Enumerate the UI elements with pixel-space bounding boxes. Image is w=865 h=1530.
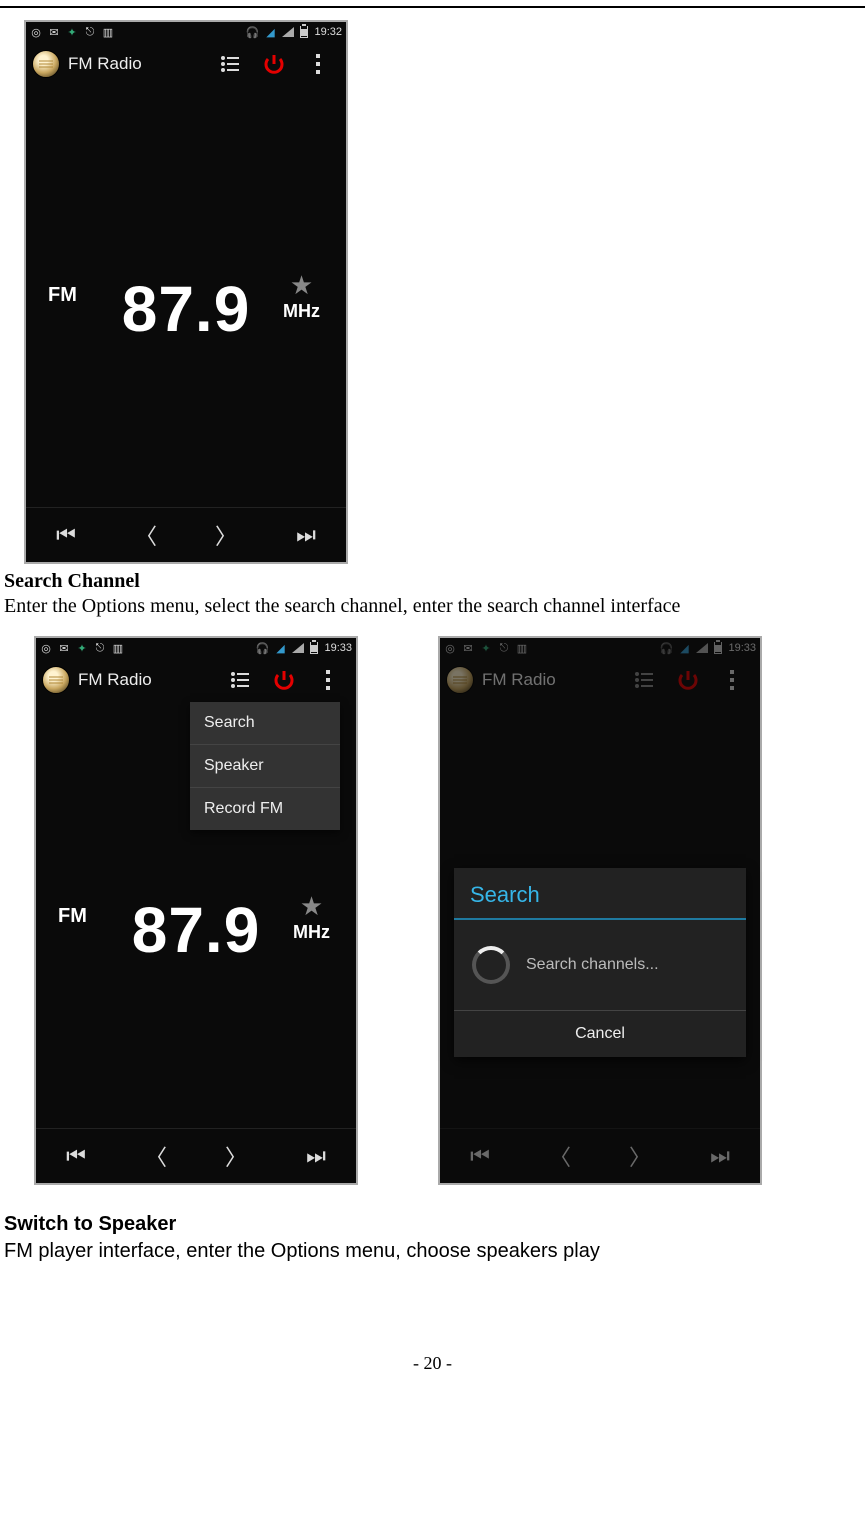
channel-list-button[interactable] xyxy=(628,664,660,696)
usb-icon: ⎋ xyxy=(84,26,96,38)
power-button[interactable] xyxy=(672,664,704,696)
google-icon: ✦ xyxy=(66,26,78,38)
loading-spinner-icon xyxy=(472,946,510,984)
mail-icon: ✉ xyxy=(48,26,60,38)
mail-icon: ✉ xyxy=(58,642,70,654)
page-number: - 20 - xyxy=(4,1353,861,1374)
section-heading-search: Search Channel xyxy=(4,570,861,593)
status-time: 19:33 xyxy=(324,642,352,654)
status-bar: ◎ ✉ ✦ ⎋ ▥ 🎧 ◢ 19:33 xyxy=(36,638,356,658)
overflow-menu-button[interactable] xyxy=(302,48,334,80)
frequency-display: FM 87.9 ★ MHz xyxy=(36,893,356,967)
signal-icon xyxy=(292,643,304,653)
section-heading-speaker: Switch to Speaker xyxy=(4,1213,861,1236)
status-time: 19:33 xyxy=(728,642,756,654)
screenshot-fm-radio-main: ◎ ✉ ✦ ⎋ ▥ 🎧 ◢ 19:32 FM Radio FM 87.9 ★ M… xyxy=(24,20,348,564)
playback-nav: ⏮ 〈 〉 ⏭ xyxy=(26,507,346,562)
section-text-speaker: FM player interface, enter the Options m… xyxy=(4,1240,861,1263)
menu-item-search[interactable]: Search xyxy=(190,702,340,745)
search-dialog: Search Search channels... Cancel xyxy=(454,868,746,1057)
frequency-value: 87.9 xyxy=(122,272,251,346)
battery-icon xyxy=(300,26,308,38)
frequency-display: FM 87.9 ★ MHz xyxy=(26,272,346,346)
dialog-cancel-button[interactable]: Cancel xyxy=(454,1010,746,1057)
options-menu: Search Speaker Record FM xyxy=(190,702,340,830)
next-channel-button[interactable]: 〉 xyxy=(186,508,266,562)
band-label: FM xyxy=(48,284,77,307)
wifi-icon: ◢ xyxy=(264,26,276,38)
dialog-title: Search xyxy=(454,868,746,918)
battery-icon xyxy=(310,642,318,654)
sync-icon: ◎ xyxy=(40,642,52,654)
status-time: 19:32 xyxy=(314,26,342,38)
favorite-star-icon[interactable]: ★ xyxy=(300,893,323,919)
frequency-unit: MHz xyxy=(283,301,320,322)
signal-icon xyxy=(696,643,708,653)
skip-prev-button[interactable]: ⏮ xyxy=(26,508,106,562)
wifi-icon: ◢ xyxy=(678,642,690,654)
skip-prev-button[interactable]: ⏮ xyxy=(36,1129,116,1183)
screenshot-fm-radio-search-dialog: ◎ ✉ ✦ ⎋ ▥ 🎧 ◢ 19:33 FM Radio ⏮ 〈 〉 ⏭ Sea… xyxy=(438,636,762,1185)
power-button[interactable] xyxy=(258,48,290,80)
skip-prev-button[interactable]: ⏮ xyxy=(440,1129,520,1183)
skip-next-button[interactable]: ⏭ xyxy=(266,508,346,562)
next-channel-button[interactable]: 〉 xyxy=(196,1129,276,1183)
status-bar: ◎ ✉ ✦ ⎋ ▥ 🎧 ◢ 19:32 xyxy=(26,22,346,42)
google-icon: ✦ xyxy=(76,642,88,654)
app-bar: FM Radio xyxy=(36,658,356,702)
document-page: ◎ ✉ ✦ ⎋ ▥ 🎧 ◢ 19:32 FM Radio FM 87.9 ★ M… xyxy=(0,6,865,1414)
favorite-star-icon[interactable]: ★ xyxy=(290,272,313,298)
prev-channel-button[interactable]: 〈 xyxy=(106,508,186,562)
app-title: FM Radio xyxy=(68,54,142,74)
channel-list-button[interactable] xyxy=(224,664,256,696)
sync-icon: ◎ xyxy=(444,642,456,654)
band-label: FM xyxy=(58,905,87,928)
menu-item-record[interactable]: Record FM xyxy=(190,788,340,830)
radio-app-icon xyxy=(32,50,60,78)
radio-app-icon xyxy=(446,666,474,694)
overflow-menu-button[interactable] xyxy=(312,664,344,696)
prev-channel-button[interactable]: 〈 xyxy=(116,1129,196,1183)
signal-icon xyxy=(282,27,294,37)
playback-nav: ⏮ 〈 〉 ⏭ xyxy=(36,1128,356,1183)
frequency-unit: MHz xyxy=(293,922,330,943)
debug-icon: ▥ xyxy=(112,642,124,654)
debug-icon: ▥ xyxy=(516,642,528,654)
radio-app-icon xyxy=(42,666,70,694)
app-bar: FM Radio xyxy=(440,658,760,702)
screenshot-fm-radio-menu: ◎ ✉ ✦ ⎋ ▥ 🎧 ◢ 19:33 FM Radio FM 87.9 ★ M… xyxy=(34,636,358,1185)
headphone-icon: 🎧 xyxy=(256,642,268,654)
usb-icon: ⎋ xyxy=(498,642,510,654)
debug-icon: ▥ xyxy=(102,26,114,38)
battery-icon xyxy=(714,642,722,654)
frequency-value: 87.9 xyxy=(132,893,261,967)
overflow-menu-button[interactable] xyxy=(716,664,748,696)
headphone-icon: 🎧 xyxy=(246,26,258,38)
app-title: FM Radio xyxy=(78,670,152,690)
menu-item-speaker[interactable]: Speaker xyxy=(190,745,340,788)
channel-list-button[interactable] xyxy=(214,48,246,80)
app-title: FM Radio xyxy=(482,670,556,690)
prev-channel-button[interactable]: 〈 xyxy=(520,1129,600,1183)
dialog-message: Search channels... xyxy=(526,956,659,974)
skip-next-button[interactable]: ⏭ xyxy=(276,1129,356,1183)
section-text-search: Enter the Options menu, select the searc… xyxy=(4,595,861,618)
wifi-icon: ◢ xyxy=(274,642,286,654)
google-icon: ✦ xyxy=(480,642,492,654)
mail-icon: ✉ xyxy=(462,642,474,654)
next-channel-button[interactable]: 〉 xyxy=(600,1129,680,1183)
usb-icon: ⎋ xyxy=(94,642,106,654)
headphone-icon: 🎧 xyxy=(660,642,672,654)
app-bar: FM Radio xyxy=(26,42,346,86)
status-bar: ◎ ✉ ✦ ⎋ ▥ 🎧 ◢ 19:33 xyxy=(440,638,760,658)
sync-icon: ◎ xyxy=(30,26,42,38)
playback-nav: ⏮ 〈 〉 ⏭ xyxy=(440,1128,760,1183)
skip-next-button[interactable]: ⏭ xyxy=(680,1129,760,1183)
power-button[interactable] xyxy=(268,664,300,696)
